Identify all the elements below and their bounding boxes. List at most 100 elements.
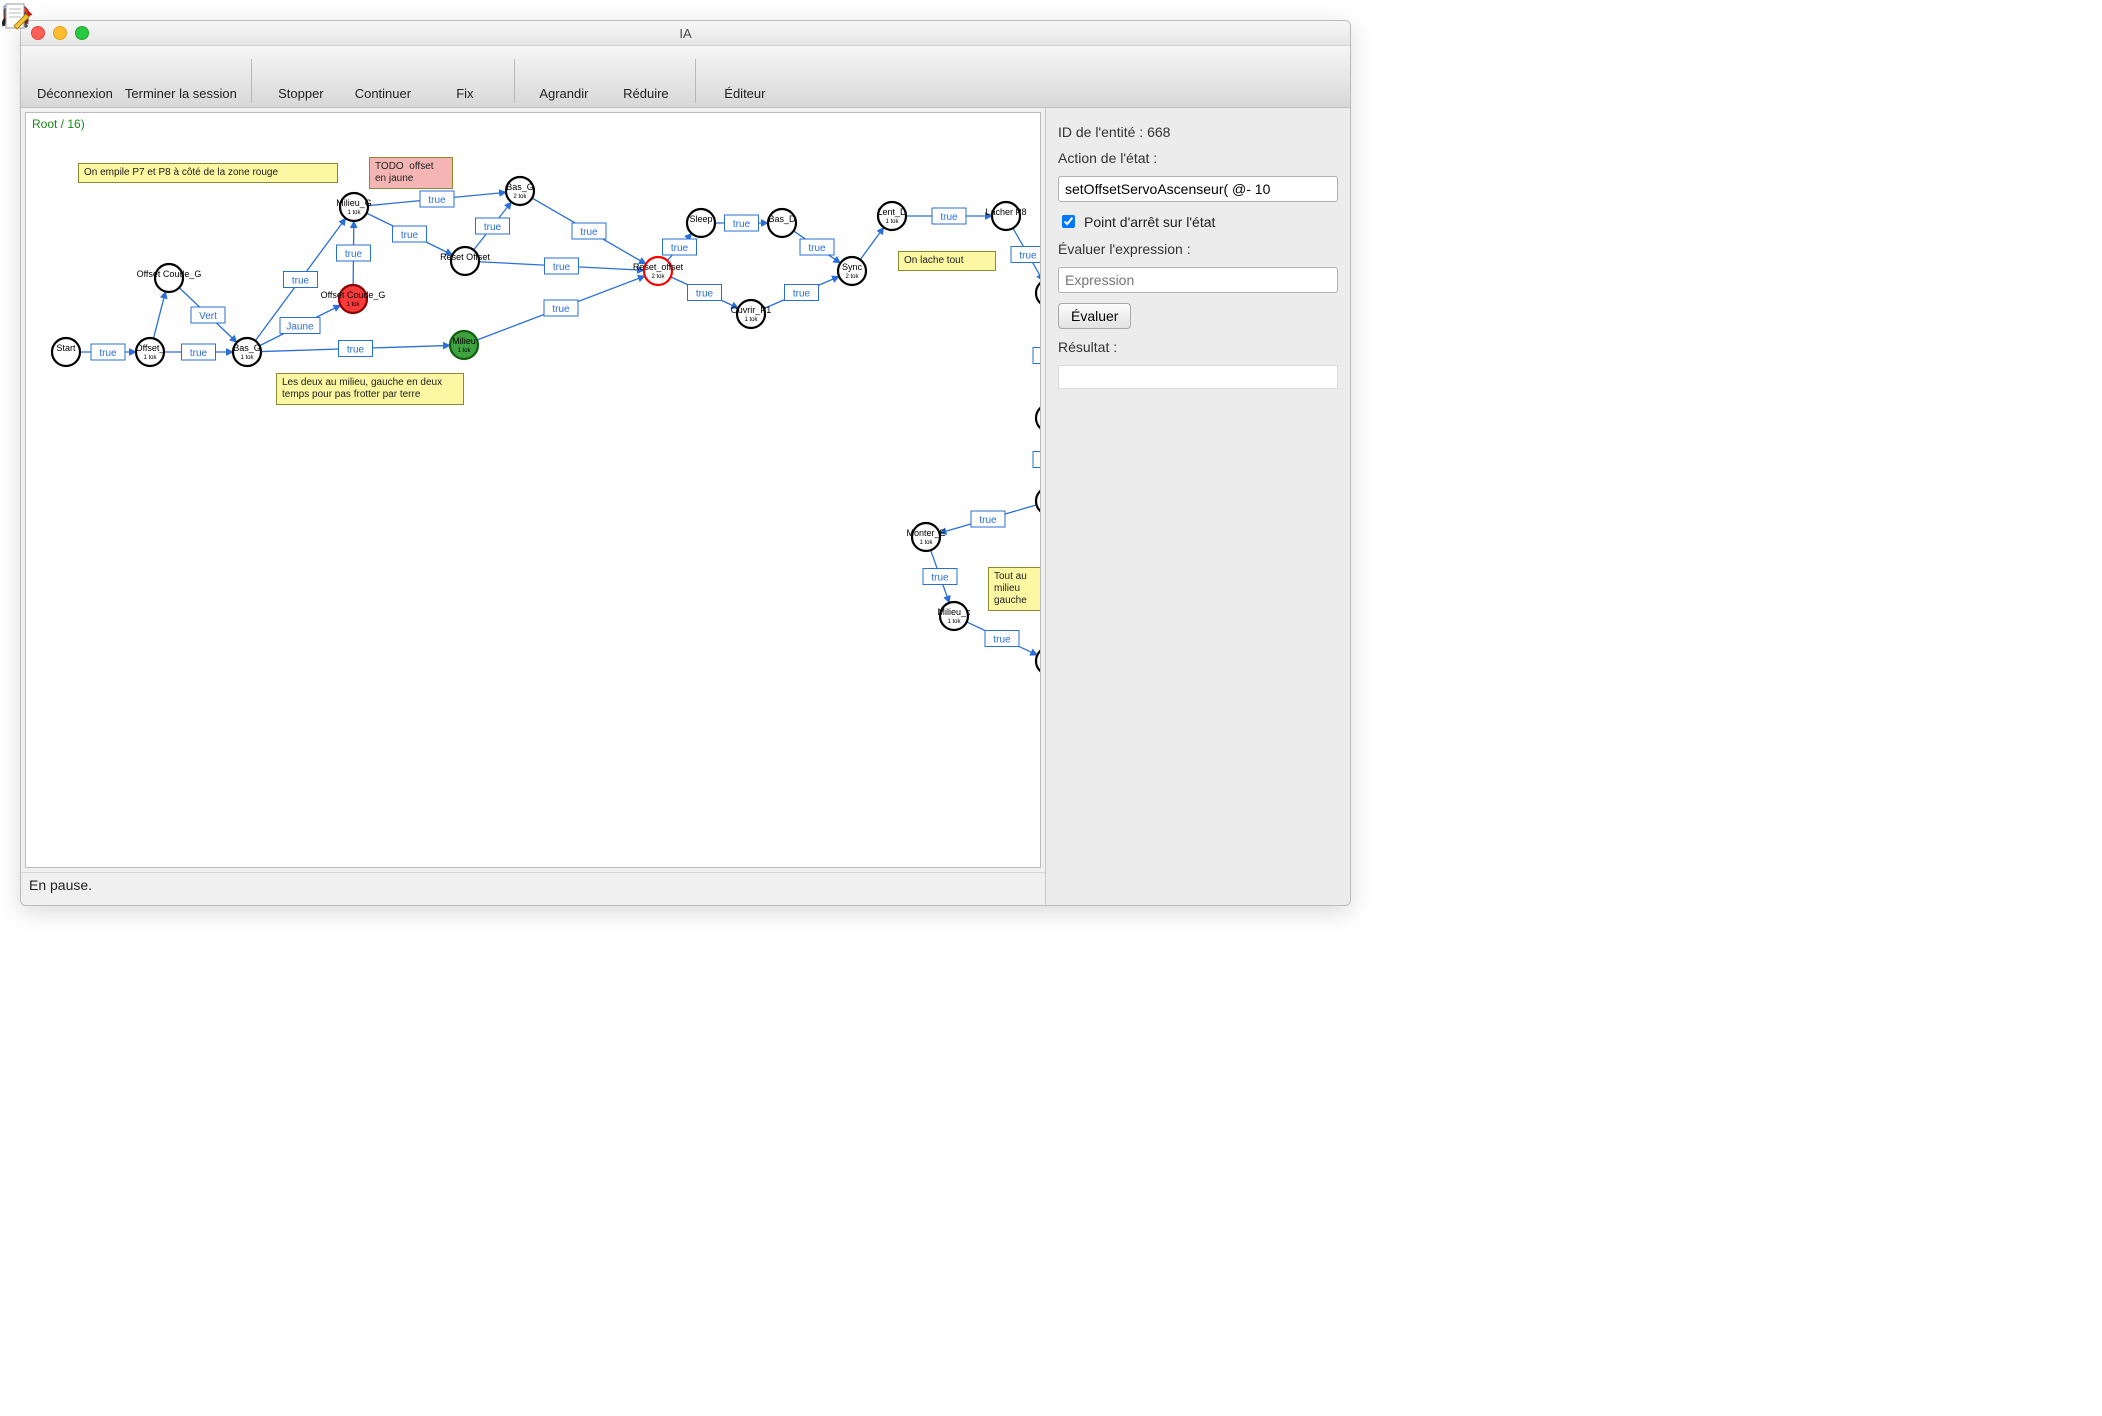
svg-text:1 tok: 1 tok [919, 540, 933, 546]
svg-text:Milieu_G: Milieu_G [336, 198, 372, 208]
svg-text:Milieu_c: Milieu_c [937, 607, 971, 617]
toolbar-label: Continuer [355, 86, 411, 101]
svg-text:true: true [345, 249, 363, 260]
svg-text:true: true [99, 348, 117, 359]
svg-text:Ferm: Ferm [1040, 409, 1042, 419]
svg-text:true: true [580, 227, 598, 238]
editor-button[interactable]: Éditeur [704, 52, 786, 103]
toolbar-label: Stopper [278, 86, 324, 101]
svg-text:true: true [671, 243, 689, 254]
svg-text:1 tok: 1 tok [240, 355, 254, 361]
fix-button[interactable]: Fix [424, 52, 506, 103]
svg-text:Sync: Sync [842, 262, 863, 272]
continue-button[interactable]: Continuer [342, 52, 424, 103]
editor-icon [729, 54, 761, 86]
svg-text:true: true [1019, 251, 1037, 262]
side-panel: ID de l'entité : 668 Action de l'état : … [1045, 108, 1350, 905]
app-window: IA Déconnexion Terminer la session Stopp… [20, 20, 1351, 906]
svg-text:true: true [401, 230, 419, 241]
tape-icon [449, 54, 481, 86]
svg-text:Lacher P8: Lacher P8 [985, 207, 1026, 217]
stop-icon [285, 54, 317, 86]
svg-text:Ouvrir_P1: Ouvrir_P1 [731, 305, 772, 315]
toolbar-label: Agrandir [539, 86, 588, 101]
breakpoint-checkbox-row[interactable]: Point d'arrêt sur l'état [1058, 212, 1338, 231]
window-title: IA [21, 26, 1350, 41]
svg-text:2 tok: 2 tok [845, 274, 859, 280]
svg-text:1 tok: 1 tok [744, 317, 758, 323]
svg-text:true: true [733, 219, 751, 230]
zoom-out-icon [630, 54, 662, 86]
toolbar-label: Déconnexion [37, 86, 113, 101]
entity-id-prefix: ID de l'entité : [1058, 124, 1147, 140]
svg-text:Reset Offset: Reset Offset [440, 252, 490, 262]
svg-text:Offset Coude_G: Offset Coude_G [321, 290, 386, 300]
expression-input[interactable] [1058, 267, 1338, 293]
toolbar-separator [514, 59, 515, 103]
svg-text:true: true [347, 345, 365, 356]
action-label: Action de l'état : [1058, 150, 1338, 166]
svg-text:true: true [292, 276, 310, 287]
svg-text:1 tok: 1 tok [143, 355, 157, 361]
svg-text:Sleep: Sleep [689, 214, 712, 224]
action-input[interactable] [1058, 176, 1338, 202]
diagram-note[interactable]: TODO offset en jaune [369, 157, 453, 189]
breakpoint-checkbox[interactable] [1062, 215, 1075, 228]
svg-text:2 tok: 2 tok [651, 274, 665, 280]
svg-text:Bas_G: Bas_G [506, 182, 534, 192]
toolbar-label: Terminer la session [125, 86, 237, 101]
eval-label: Évaluer l'expression : [1058, 241, 1338, 257]
diagram-svg: truetrueVertJaunetruetruetruetruetruetru… [26, 113, 1041, 833]
play-icon [367, 54, 399, 86]
svg-text:Monter_E: Monter_E [906, 528, 945, 538]
svg-text:true: true [931, 573, 949, 584]
svg-text:Offset_: Offset_ [136, 343, 166, 353]
titlebar: IA [21, 21, 1350, 46]
svg-text:true: true [979, 515, 997, 526]
svg-text:1 tok: 1 tok [346, 302, 360, 308]
toolbar-separator [251, 59, 252, 103]
diagram-note[interactable]: On empile P7 et P8 à côté de la zone rou… [78, 163, 338, 183]
svg-text:true: true [428, 195, 446, 206]
svg-text:true: true [552, 304, 570, 315]
diagram-note[interactable]: Les deux au milieu, gauche en deux temps… [276, 373, 464, 405]
zoom-in-icon [548, 54, 580, 86]
svg-text:2 tok: 2 tok [513, 194, 527, 200]
toolbar: Déconnexion Terminer la session Stopper … [21, 46, 1350, 108]
svg-text:true: true [696, 289, 714, 300]
svg-text:1 tok: 1 tok [885, 219, 899, 225]
entity-id-label: ID de l'entité : 668 [1058, 124, 1338, 140]
evaluate-button[interactable]: Évaluer [1058, 303, 1131, 329]
toolbar-label: Éditeur [724, 86, 765, 101]
svg-text:true: true [190, 348, 208, 359]
svg-text:Bas_G: Bas_G [233, 343, 261, 353]
content-area: Root / 16) truetrueVertJaunetruetruetrue… [21, 108, 1350, 905]
svg-text:true: true [808, 243, 826, 254]
zoom-out-button[interactable]: Réduire [605, 52, 687, 103]
exit-icon [165, 54, 197, 86]
svg-text:Start: Start [56, 343, 76, 353]
disconnect-button[interactable]: Déconnexion [31, 52, 119, 103]
zoom-in-button[interactable]: Agrandir [523, 52, 605, 103]
svg-text:true: true [793, 289, 811, 300]
diagram-note[interactable]: On lache tout [898, 251, 996, 271]
breakpoint-label: Point d'arrêt sur l'état [1084, 214, 1215, 230]
disconnect-icon [59, 54, 91, 86]
toolbar-label: Réduire [623, 86, 669, 101]
end-session-button[interactable]: Terminer la session [119, 52, 243, 103]
svg-text:true: true [553, 262, 571, 273]
svg-text:1 tok: 1 tok [347, 210, 361, 216]
svg-text:true: true [484, 222, 502, 233]
stop-button[interactable]: Stopper [260, 52, 342, 103]
diagram-note[interactable]: Tout au milieu gauche [988, 567, 1041, 611]
diagram-canvas[interactable]: Root / 16) truetrueVertJaunetruetruetrue… [25, 112, 1041, 868]
svg-text:Vert: Vert [199, 311, 217, 322]
status-bar: En pause. [21, 872, 1045, 905]
svg-text:Milieu: Milieu [452, 336, 476, 346]
toolbar-label: Fix [456, 86, 473, 101]
svg-text:1 tok: 1 tok [457, 348, 471, 354]
toolbar-separator [695, 59, 696, 103]
svg-text:Lent_D: Lent_D [877, 207, 907, 217]
svg-text:Offset Coude_G: Offset Coude_G [137, 269, 202, 279]
svg-text:1 tok: 1 tok [947, 619, 961, 625]
